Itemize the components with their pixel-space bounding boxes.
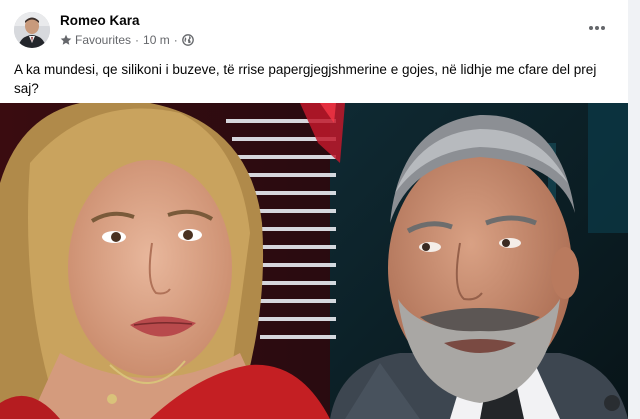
post-text: A ka mundesi, qe silikoni i buzeve, të r… xyxy=(14,62,597,96)
post-header: Romeo Kara Favourites · 10 m · xyxy=(14,10,614,54)
more-horizontal-icon xyxy=(588,18,606,36)
page-background-edge xyxy=(628,0,640,419)
meta-separator: · xyxy=(173,33,178,47)
globe-icon[interactable] xyxy=(181,34,194,46)
meta-separator: · xyxy=(135,33,140,47)
audience-label[interactable]: Favourites xyxy=(75,33,131,47)
author-name[interactable]: Romeo Kara xyxy=(60,13,140,28)
more-options-button[interactable] xyxy=(580,16,614,38)
avatar[interactable] xyxy=(14,12,50,48)
post-photo[interactable] xyxy=(0,103,628,419)
star-icon xyxy=(60,34,72,46)
post-meta: Favourites · 10 m · xyxy=(60,33,194,47)
post-time[interactable]: 10 m xyxy=(143,33,170,47)
post-card: Romeo Kara Favourites · 10 m · A ka mund… xyxy=(0,0,628,419)
